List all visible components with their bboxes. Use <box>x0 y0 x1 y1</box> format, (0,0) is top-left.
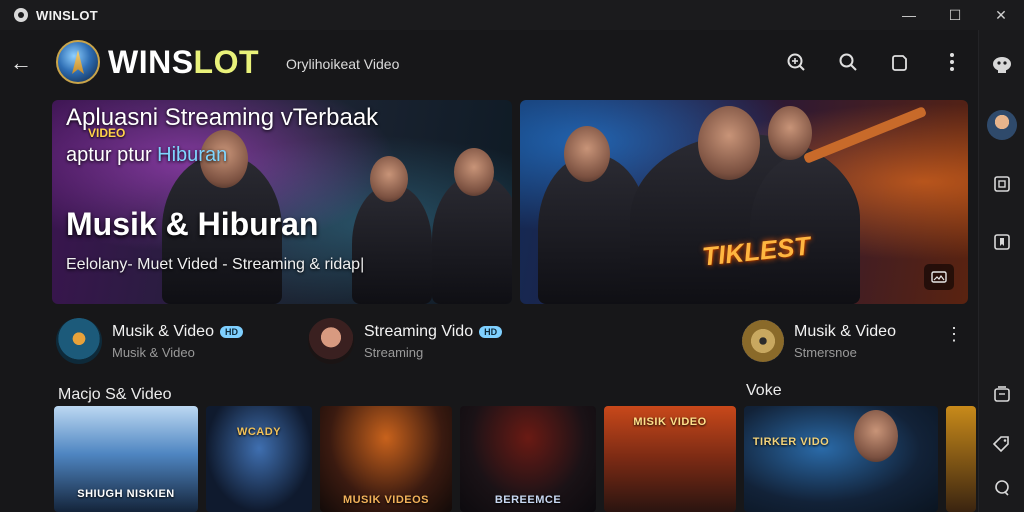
thumbnail-title: BEREEMCE <box>494 494 562 506</box>
video-thumbnail[interactable] <box>946 406 976 512</box>
square-icon[interactable] <box>990 172 1014 196</box>
header-actions <box>782 48 966 76</box>
back-arrow-icon[interactable]: ← <box>8 50 34 76</box>
video-thumbnail[interactable]: BEREEMCE <box>460 406 596 512</box>
brand-accent: LOT <box>193 44 260 80</box>
channel-text: Streaming Vido HD Streaming <box>364 322 503 360</box>
channel-meta: Stmersnoe <box>794 344 857 360</box>
share-icon[interactable] <box>886 48 914 76</box>
channel-meta: Streaming <box>364 344 424 360</box>
tag-icon[interactable] <box>990 432 1014 456</box>
performer-figure <box>750 154 860 304</box>
more-vert-icon[interactable]: ⋮ <box>944 324 964 348</box>
thumbnail-title: WCADY <box>236 426 282 438</box>
hero-subtitle: aptur ptur Hiburan <box>66 144 227 167</box>
hero-tag: VIDEO <box>88 126 126 140</box>
window-controls: — ☐ ✕ <box>886 0 1024 30</box>
section-title: Voke <box>746 382 782 399</box>
hero-subtitle-prefix: aptur ptur <box>66 144 158 166</box>
avatar[interactable] <box>987 110 1017 140</box>
verified-badge: HD <box>479 325 503 338</box>
fullscreen-icon[interactable] <box>924 264 954 290</box>
thumbnail-title: TIRKER VIDO <box>752 436 830 448</box>
guitar-neck <box>802 106 928 164</box>
header-subtitle: Orylihoikeat Video <box>286 56 400 72</box>
performer-head <box>698 106 760 180</box>
library-icon[interactable] <box>990 382 1014 406</box>
brand-logo[interactable] <box>56 40 100 84</box>
window-title: WINSLOT <box>36 7 99 23</box>
performer-head <box>370 156 408 202</box>
performer-head <box>854 410 898 462</box>
bot-icon[interactable] <box>990 52 1014 76</box>
bookmark-icon[interactable] <box>990 230 1014 254</box>
more-vert-icon[interactable] <box>938 48 966 76</box>
right-sidebar <box>978 30 1024 512</box>
channel-name: Musik & Video HD <box>112 323 243 341</box>
title-bar: WINSLOT — ☐ ✕ <box>0 0 1024 30</box>
performer-head <box>454 148 494 196</box>
app-logo-icon <box>14 8 28 22</box>
hero-heading: Musik & Hiburan <box>66 206 319 242</box>
performer-head <box>768 106 812 160</box>
channel-meta: Musik & Video <box>112 344 195 360</box>
channel-name-text: Musik & Video <box>112 322 214 340</box>
channel-avatar <box>742 320 784 362</box>
close-button[interactable]: ✕ <box>978 0 1024 30</box>
section-title: Macjo S& Video <box>58 386 172 403</box>
hero-caption: Eelolany- Muet Vided - Streaming & ridap… <box>66 256 365 273</box>
brand-main: WINS <box>108 44 194 80</box>
performer-head <box>564 126 610 182</box>
hero-banner-right[interactable]: TIKLEST <box>520 100 968 304</box>
thumbnail-title: MUSIK VIDEOS <box>342 494 430 506</box>
brand-name: WINSLOT <box>108 44 259 81</box>
zoom-in-icon[interactable] <box>782 48 810 76</box>
channel-text: Musik & Video HD Musik & Video <box>112 323 243 360</box>
channel-name: Musik & Video <box>794 323 896 341</box>
hero-banner-left[interactable]: Apluasni Streaming vTerbaak VIDEO aptur … <box>52 100 512 304</box>
minimize-button[interactable]: — <box>886 0 932 30</box>
channel-name-text: Musik & Video <box>794 322 896 340</box>
verified-badge: HD <box>219 325 243 338</box>
thumbnail-title: MISIK VIDEO <box>633 416 707 428</box>
channel-avatar <box>56 318 102 364</box>
channel-text: Musik & Video Stmersnoe <box>794 323 896 360</box>
search-icon[interactable] <box>834 48 862 76</box>
channel-item[interactable]: Streaming Vido HD Streaming <box>308 318 503 364</box>
video-thumbnail[interactable]: TIRKER VIDO <box>744 406 938 512</box>
channel-item[interactable]: Musik & Video HD Musik & Video <box>56 318 243 364</box>
channel-item[interactable]: Musik & Video Stmersnoe <box>742 318 896 364</box>
hero-subtitle-highlight: Hiburan <box>157 144 228 166</box>
performer-figure <box>352 184 432 304</box>
video-thumbnail[interactable]: WCADY <box>206 406 312 512</box>
chat-icon[interactable] <box>990 476 1014 500</box>
video-thumbnail[interactable]: MISIK VIDEO <box>604 406 736 512</box>
channel-avatar <box>308 318 354 364</box>
video-thumbnail[interactable]: SHIUGH NISKIEN <box>54 406 198 512</box>
channel-name-text: Streaming Vido <box>364 322 474 340</box>
channel-name: Streaming Vido HD <box>364 322 503 341</box>
maximize-button[interactable]: ☐ <box>932 0 978 30</box>
thumbnail-title: SHIUGH NISKIEN <box>77 488 175 500</box>
video-thumbnail[interactable]: MUSIK VIDEOS <box>320 406 452 512</box>
